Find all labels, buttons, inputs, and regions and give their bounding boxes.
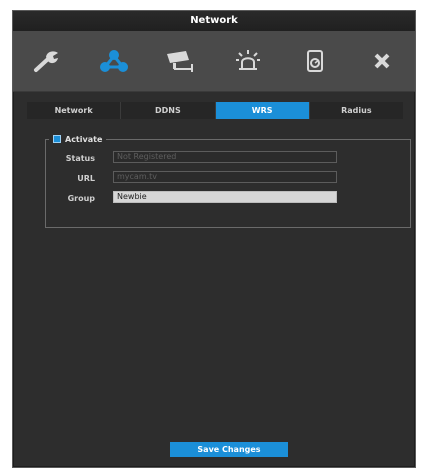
wrench-icon	[33, 51, 58, 72]
alarm-button[interactable]	[214, 31, 281, 91]
tab-network[interactable]: Network	[27, 102, 122, 119]
tab-ddns[interactable]: DDNS	[121, 102, 216, 119]
group-field[interactable]: Newbie	[113, 191, 337, 203]
activate-legend: Activate	[49, 133, 107, 145]
close-button[interactable]	[348, 31, 415, 91]
tab-wrs[interactable]: WRS	[215, 102, 310, 119]
activate-checkbox[interactable]	[53, 135, 61, 143]
storage-button[interactable]	[281, 31, 348, 91]
camera-icon	[166, 51, 193, 72]
wrench-button[interactable]	[13, 31, 80, 91]
close-icon	[374, 53, 389, 69]
network-settings-window: Network Network DDNS WRS Radius Activate…	[12, 10, 416, 468]
network-icon	[99, 50, 128, 72]
tab-radius[interactable]: Radius	[309, 102, 403, 119]
window-title: Network	[13, 11, 415, 32]
network-button[interactable]	[80, 31, 147, 91]
group-label: Group	[67, 194, 95, 203]
save-changes-button[interactable]: Save Changes	[170, 442, 288, 457]
url-label: URL	[77, 174, 95, 183]
storage-icon	[306, 50, 323, 72]
alarm-icon	[235, 50, 260, 70]
url-field[interactable]: mycam.tv	[113, 171, 337, 183]
camera-button[interactable]	[147, 31, 214, 91]
settings-tabs: Network DDNS WRS Radius	[27, 102, 403, 119]
category-toolbar	[13, 31, 415, 92]
status-field[interactable]: Not Registered	[113, 151, 337, 163]
status-label: Status	[65, 154, 95, 163]
activate-label: Activate	[65, 134, 103, 144]
